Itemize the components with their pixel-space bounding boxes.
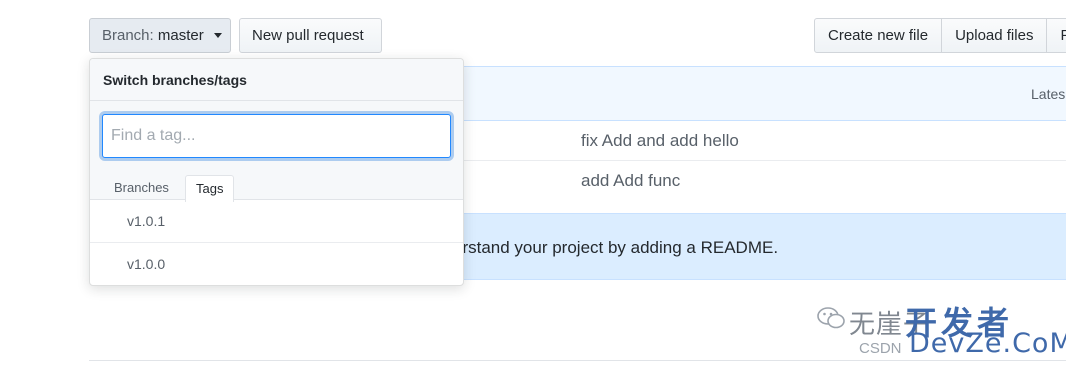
- dropdown-title: Switch branches/tags: [103, 72, 247, 88]
- branch-select-button[interactable]: Branch: master: [89, 18, 231, 53]
- watermark-domain: DevZe.CoM: [909, 328, 1066, 359]
- branch-prefix-label: Branch:: [102, 27, 154, 44]
- readme-banner-text: erstand your project by adding a README.: [453, 238, 779, 257]
- commit-message-link[interactable]: add Add func: [581, 171, 680, 191]
- watermark: 无崖子 开发者 CSDN DevZe.CoM: [815, 300, 1066, 362]
- branch-name-label: master: [157, 27, 204, 44]
- github-repo-page: Branch: master New pull request Create n…: [0, 0, 1066, 367]
- commit-message-link[interactable]: fix Add and add hello: [581, 131, 739, 151]
- wechat-icon: [817, 307, 845, 329]
- watermark-csdn: CSDN: [859, 340, 902, 357]
- latest-commit-label[interactable]: Lates: [1031, 86, 1065, 102]
- create-new-file-button[interactable]: Create new file: [814, 18, 943, 53]
- find-file-button[interactable]: F: [1046, 18, 1066, 53]
- dropdown-filter: Branches Tags: [90, 101, 463, 202]
- new-pull-request-button[interactable]: New pull request: [239, 18, 382, 53]
- file-actions-button-group: Create new file Upload files F: [814, 18, 1066, 53]
- tab-tags[interactable]: Tags: [185, 175, 235, 202]
- upload-files-button[interactable]: Upload files: [941, 18, 1048, 53]
- tag-item[interactable]: v1.0.0: [90, 243, 463, 285]
- dropdown-header: Switch branches/tags: [90, 59, 463, 101]
- find-tag-input[interactable]: [102, 114, 451, 158]
- caret-down-icon: [213, 32, 222, 38]
- branch-tag-dropdown: Switch branches/tags Branches Tags v1.0.…: [89, 58, 464, 286]
- tag-item[interactable]: v1.0.1: [90, 200, 463, 243]
- dropdown-tabs: Branches Tags: [90, 175, 463, 202]
- tab-branches[interactable]: Branches: [114, 175, 169, 202]
